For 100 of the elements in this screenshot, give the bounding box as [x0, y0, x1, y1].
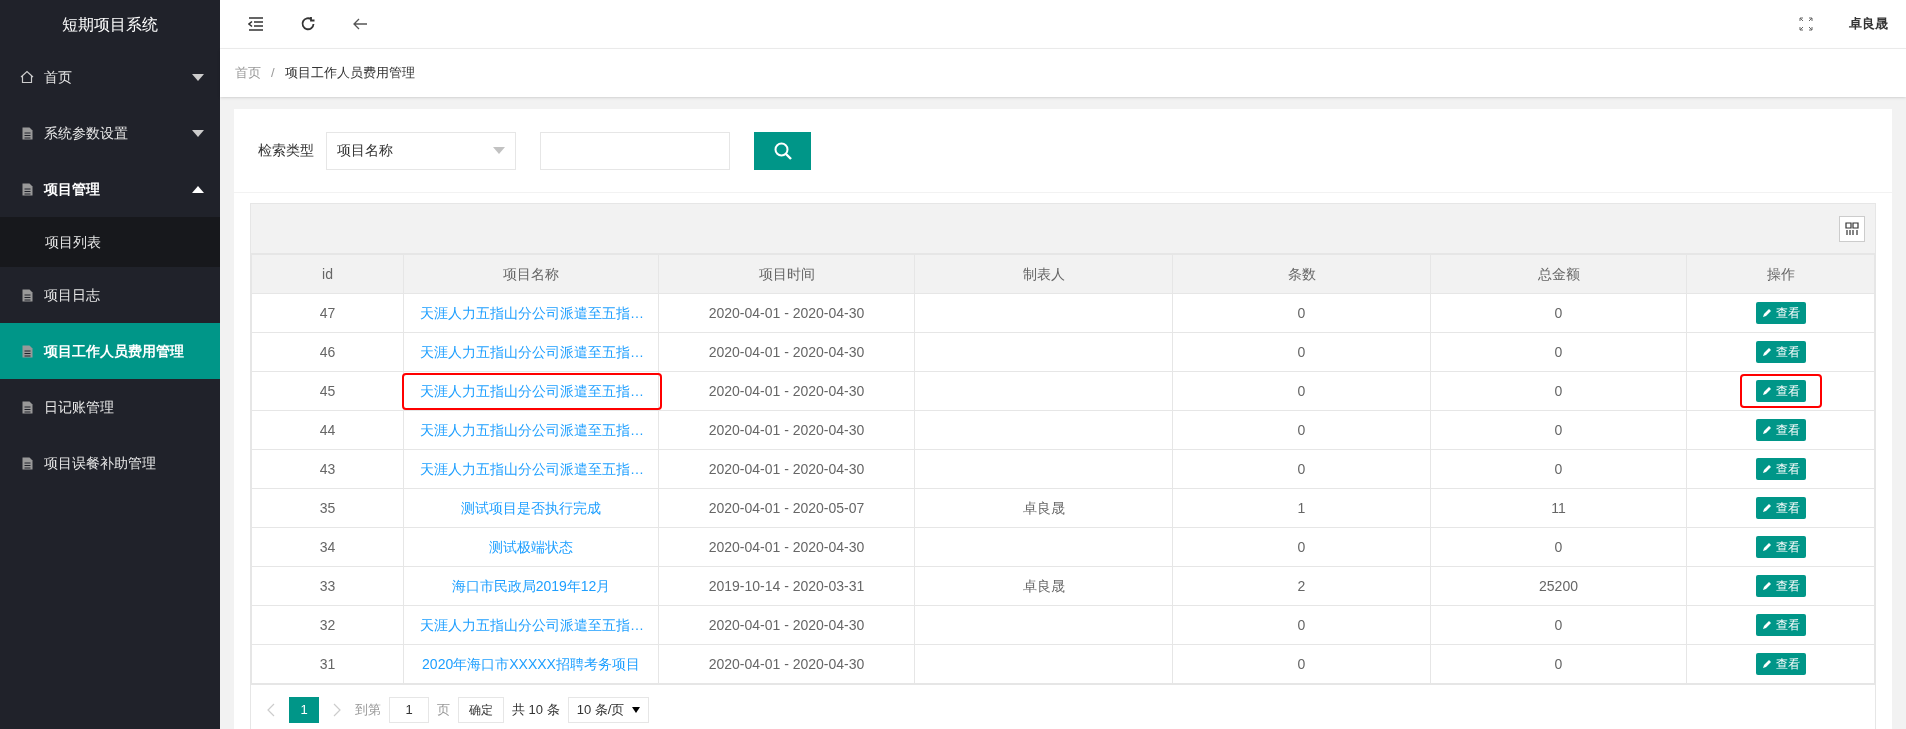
sidebar-item[interactable]: 项目管理: [0, 161, 220, 217]
view-button[interactable]: 查看: [1755, 653, 1806, 675]
view-button[interactable]: 查看: [1755, 614, 1806, 636]
column-header: 项目名称: [403, 254, 659, 294]
pencil-icon: [1761, 581, 1772, 591]
refresh-icon[interactable]: [300, 16, 316, 32]
breadcrumb-item[interactable]: 首页: [235, 63, 261, 83]
column-header: 制表人: [914, 254, 1173, 294]
search-input[interactable]: [540, 131, 730, 170]
page-button[interactable]: 1: [289, 696, 319, 723]
column-header: 总金额: [1430, 254, 1687, 294]
table-cell: 2020-04-01 - 2020-04-30: [708, 304, 865, 321]
table-cell: 0: [1297, 616, 1306, 633]
pencil-icon: [1761, 503, 1772, 513]
table-cell: 2020-04-01 - 2020-05-07: [708, 499, 865, 516]
table-cell: 2020-04-01 - 2020-04-30: [708, 655, 865, 672]
table-cell: 2020-04-01 - 2020-04-30: [708, 616, 865, 633]
table-cell: 2019-10-14 - 2020-03-31: [708, 577, 865, 594]
caret-icon: [192, 73, 204, 81]
back-arrow-icon[interactable]: [352, 17, 368, 31]
table-cell: 0: [1554, 460, 1563, 477]
search-button[interactable]: [754, 131, 811, 170]
table-cell: 2020-04-01 - 2020-04-30: [708, 343, 865, 360]
column-header: 项目时间: [658, 254, 915, 294]
table-cell: 2020-04-01 - 2020-04-30: [708, 538, 865, 555]
sidebar-item[interactable]: 日记账管理: [0, 379, 220, 435]
table-cell: 11: [1551, 499, 1566, 516]
table-cell: 31: [319, 655, 336, 672]
table-cell: 25200: [1539, 577, 1578, 594]
view-button[interactable]: 查看: [1755, 458, 1806, 480]
pencil-icon: [1761, 308, 1772, 318]
view-button[interactable]: 查看: [1755, 419, 1806, 441]
table-cell: 45: [319, 382, 336, 399]
search-type-label: 检索类型: [258, 141, 314, 160]
pencil-icon: [1761, 425, 1772, 435]
table-cell: 32: [319, 616, 336, 633]
table-cell: 0: [1554, 382, 1563, 399]
pencil-icon: [1761, 386, 1772, 396]
home-icon: [20, 70, 34, 84]
caret-icon: [192, 185, 204, 193]
document-icon: [21, 182, 33, 196]
table-cell: 卓良晟: [1022, 577, 1065, 594]
table-cell: 卓良晟: [1022, 499, 1065, 516]
column-header: 条数: [1172, 254, 1431, 294]
search-type-dropdown[interactable]: 项目名称: [326, 131, 516, 170]
page-unit-label: 页: [437, 700, 450, 719]
view-button[interactable]: 查看: [1755, 380, 1806, 402]
sidebar-item[interactable]: 首页: [0, 49, 220, 105]
table-cell: 0: [1554, 421, 1563, 438]
table-cell: 2: [1297, 577, 1306, 594]
fullscreen-icon[interactable]: [1799, 17, 1813, 31]
table-cell: 0: [1554, 616, 1563, 633]
pencil-icon: [1761, 620, 1772, 630]
user-name[interactable]: 卓良晟: [1849, 14, 1888, 34]
sidebar-item[interactable]: 项目工作人员费用管理: [0, 323, 220, 379]
table-cell: 34: [319, 538, 336, 555]
table-cell: 0: [1297, 343, 1306, 360]
table-cell: 0: [1297, 421, 1306, 438]
breadcrumb-separator: /: [271, 64, 275, 83]
table-cell: 2020-04-01 - 2020-04-30: [708, 382, 865, 399]
app-title: 短期项目系统: [61, 14, 159, 35]
sidebar-subitem[interactable]: 项目列表: [0, 217, 220, 267]
page-size-dropdown[interactable]: 10 条/页: [567, 696, 650, 723]
column-header: id: [251, 254, 404, 294]
table-cell: 0: [1554, 538, 1563, 555]
caret-icon: [192, 129, 204, 137]
table-cell: 0: [1297, 460, 1306, 477]
pencil-icon: [1761, 542, 1772, 552]
view-button[interactable]: 查看: [1755, 341, 1806, 363]
table-cell: 0: [1297, 382, 1306, 399]
search-icon: [772, 140, 793, 161]
total-count: 共 10 条: [512, 700, 560, 719]
table-cell: 33: [319, 577, 336, 594]
table-cell: 2020-04-01 - 2020-04-30: [708, 421, 865, 438]
view-button[interactable]: 查看: [1755, 497, 1806, 519]
columns-filter-button[interactable]: [1839, 215, 1865, 242]
caret-icon: [632, 706, 641, 713]
grid-columns-icon: [1845, 221, 1859, 236]
document-icon: [21, 456, 33, 470]
menu-icon[interactable]: [248, 17, 264, 31]
table-cell: 0: [1554, 343, 1563, 360]
pencil-icon: [1761, 347, 1772, 357]
table-cell: 0: [1554, 304, 1563, 321]
view-button[interactable]: 查看: [1755, 575, 1806, 597]
table-cell: 35: [319, 499, 336, 516]
caret-icon: [493, 147, 505, 154]
table-cell: 44: [319, 421, 336, 438]
table-cell: 0: [1297, 304, 1306, 321]
page-input[interactable]: 1: [389, 696, 429, 723]
pencil-icon: [1761, 464, 1772, 474]
document-icon: [21, 126, 33, 140]
document-icon: [21, 400, 33, 414]
sidebar-item[interactable]: 项目误餐补助管理: [0, 435, 220, 491]
pencil-icon: [1761, 659, 1772, 669]
document-icon: [21, 344, 33, 358]
view-button[interactable]: 查看: [1755, 302, 1806, 324]
view-button[interactable]: 查看: [1755, 536, 1806, 558]
confirm-button[interactable]: 确定: [458, 696, 504, 723]
sidebar-item[interactable]: 项目日志: [0, 267, 220, 323]
sidebar-item[interactable]: 系统参数设置: [0, 105, 220, 161]
